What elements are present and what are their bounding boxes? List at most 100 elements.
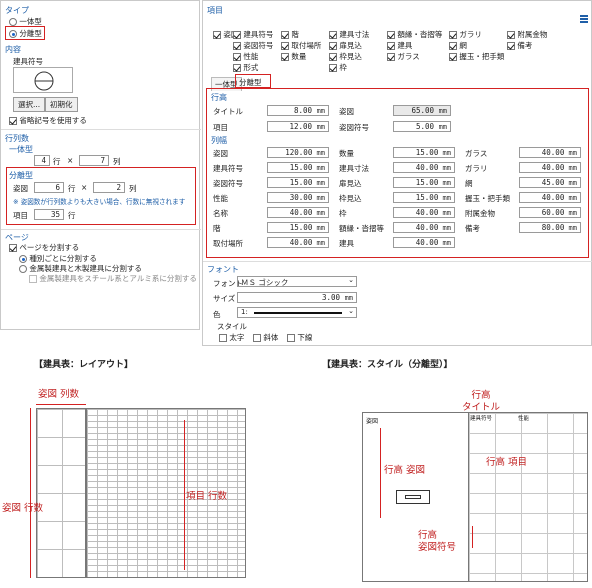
colwidth-label: 階 [213,224,221,233]
color-select[interactable]: 1: ⌄ [237,307,357,318]
item-checkbox[interactable]: 備考 [507,40,532,51]
colwidth-input[interactable]: 15.00 mm [267,177,329,188]
colwidth-input[interactable]: 40.00 mm [393,207,455,218]
item-checkbox[interactable]: ガラス [387,51,420,62]
item-checkbox[interactable]: 握玉・把手類 [449,51,504,62]
integrated-rows-input[interactable]: 4 [34,155,50,166]
item-checkbox[interactable]: 建具 [387,40,412,51]
layout-caption: 【建具表：レイアウト】 [34,360,134,370]
item-label: 項目 [13,211,28,220]
check-icon [281,42,289,50]
content-section-title: 内容 [5,45,21,54]
check-icon [449,31,457,39]
rh-code-arrow [472,526,474,548]
item-checkbox[interactable]: 形式 [233,62,258,73]
check-icon [449,53,457,61]
colwidth-input[interactable]: 15.00 mm [267,222,329,233]
colwidth-input[interactable]: 45.00 mm [519,177,581,188]
colwidth-input[interactable]: 60.00 mm [519,207,581,218]
item-checkbox[interactable]: 扉見込 [329,40,362,51]
fitting-symbol-label: 建具符号 [13,57,43,66]
item-checkbox[interactable]: 姿図符号 [233,40,273,51]
colwidth-input[interactable]: 80.00 mm [519,222,581,233]
colwidth-input[interactable]: 40.00 mm [393,222,455,233]
rh-figure-input[interactable]: 65.00 mm [393,105,451,116]
split-page-check-icon [9,244,17,252]
rh-item-note: 行高 項目 [486,457,528,468]
rh-code-input[interactable]: 5.00 mm [393,121,451,132]
colwidth-input[interactable]: 40.00 mm [519,162,581,173]
item-checkbox-label: 附属金物 [517,30,548,39]
colwidth-input[interactable]: 15.00 mm [393,192,455,203]
check-icon [281,53,289,61]
colwidth-label: 姿図符号 [213,179,243,188]
item-checkbox[interactable]: 建具符号 [233,29,273,40]
font-select[interactable]: ＭＳ ゴシック ⌄ [237,276,357,287]
divider-3 [203,261,592,262]
size-input[interactable]: 3.00 mm [237,292,357,303]
colwidth-input[interactable]: 15.00 mm [393,147,455,158]
colwidth-label: ガラリ [465,164,488,173]
split-by-type-icon [19,255,27,263]
colwidth-input[interactable]: 40.00 mm [393,237,455,248]
item-checkbox[interactable]: 網 [449,40,467,51]
colwidth-input[interactable]: 120.00 mm [267,147,329,158]
select-button[interactable]: 選択... [13,97,46,112]
colwidth-input[interactable]: 15.00 mm [393,177,455,188]
item-checkbox[interactable]: 附属金物 [507,29,547,40]
rh-item-input[interactable]: 12.00 mm [267,121,329,132]
item-checkbox-label: 扉見込 [339,41,362,50]
item-checkbox[interactable]: 枠 [329,62,347,73]
colwidth-input[interactable]: 40.00 mm [519,192,581,203]
split-steel-alu-checkbox[interactable]: 金属製建具をスチール系とアルミ系に分割する [29,273,197,284]
colwidth-label: 名称 [213,209,228,218]
type-section-title: タイプ [5,6,29,15]
fig-cols-note: 姿図 列数 [38,389,80,400]
figure-rows-input[interactable]: 6 [34,182,64,193]
tab-separated[interactable]: 分離型 [239,77,262,88]
row-unit-3: 行 [68,211,76,220]
radio-separated[interactable]: 分離型 [9,28,42,39]
list-view-icon[interactable] [580,15,588,23]
item-checkbox[interactable]: 数量 [281,51,306,62]
fig-rows-note: 姿図 行数 [2,503,44,514]
fig-cols-arrow [36,404,86,406]
item-checkbox[interactable]: 階 [281,29,299,40]
figure-cols-input[interactable]: 2 [93,182,125,193]
rh-title-input[interactable]: 8.00 mm [267,105,329,116]
door-figure-icon [396,490,430,504]
item-checkbox-label: 建具符号 [243,30,274,39]
item-rows-input[interactable]: 35 [34,209,64,220]
colwidth-input[interactable]: 40.00 mm [393,162,455,173]
style-hdr-code: 建具符号 [470,416,493,422]
item-checkbox[interactable]: 額縁・沓摺等 [387,29,442,40]
colwidth-input[interactable]: 40.00 mm [267,237,329,248]
radio-separated-icon [9,30,17,38]
colwidth-title: 列幅 [211,136,227,145]
item-checkbox[interactable]: 枠見込 [329,51,362,62]
rh-figure-label: 姿図 [339,107,354,116]
use-abbrev-checkbox[interactable]: 省略記号を使用する [9,115,87,126]
colwidth-input[interactable]: 40.00 mm [519,147,581,158]
underline-checkbox[interactable]: 下線 [287,332,312,343]
item-checkbox[interactable]: 性能 [233,51,258,62]
colwidth-input[interactable]: 30.00 mm [267,192,329,203]
style-diagram: 姿図 建具符号 性能 行高 姿図 行高 タイトル 行高 項目 行高 姿図符号 [300,380,592,588]
split-page-checkbox[interactable]: ページを分割する [9,242,79,253]
reset-button[interactable]: 初期化 [45,97,78,112]
right-panel: 項目 姿図 建具符号 階 建具寸法 額縁・沓摺等 ガラリ 附属金物 姿図符号 取… [202,0,592,346]
item-checkbox[interactable]: 取付場所 [281,40,321,51]
colwidth-input[interactable]: 15.00 mm [267,162,329,173]
times-2: × [81,183,88,192]
item-checkbox[interactable]: 建具寸法 [329,29,369,40]
check-icon [387,53,395,61]
colwidth-label: 附属金物 [465,209,495,218]
item-checkbox[interactable]: ガラリ [449,29,482,40]
radio-integrated-icon [9,18,17,26]
bold-checkbox[interactable]: 太字 [219,332,244,343]
italic-checkbox[interactable]: 斜体 [253,332,278,343]
style-item-table [468,412,588,582]
colwidth-label: 枠 [339,209,347,218]
integrated-cols-input[interactable]: 7 [79,155,109,166]
colwidth-input[interactable]: 40.00 mm [267,207,329,218]
